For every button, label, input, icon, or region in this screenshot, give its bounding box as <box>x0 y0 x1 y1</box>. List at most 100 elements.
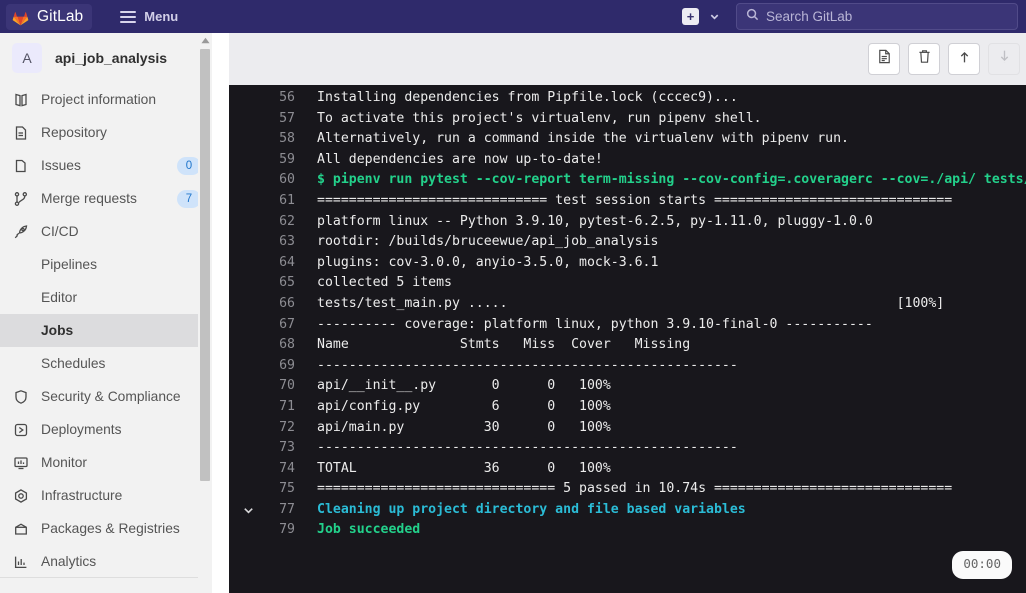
job-log-line: 69 --------------------------------------… <box>229 356 1026 377</box>
log-line-toggle-spacer <box>237 418 259 439</box>
collapse-section-chevron-down-icon[interactable] <box>237 500 259 521</box>
log-line-text: Job succeeded <box>317 522 421 538</box>
job-log-line: 75 ============================== 5 passe… <box>229 479 1026 500</box>
log-line-number[interactable]: 59 <box>259 150 295 171</box>
scroll-up-arrow-icon[interactable] <box>198 33 212 47</box>
log-line-number[interactable]: 56 <box>259 88 295 109</box>
show-complete-raw-button[interactable] <box>868 43 900 75</box>
log-line-number[interactable]: 67 <box>259 315 295 336</box>
log-line-number[interactable]: 77 <box>259 500 295 521</box>
sidebar-item-infrastructure[interactable]: Infrastructure <box>0 479 211 512</box>
log-line-toggle-spacer <box>237 88 259 109</box>
job-log-line: 61 ============================= test ses… <box>229 191 1026 212</box>
sidebar-scrollbar[interactable] <box>198 33 212 593</box>
search-placeholder-text: Search GitLab <box>766 9 853 24</box>
log-line-number[interactable]: 69 <box>259 356 295 377</box>
log-line-toggle-spacer <box>237 191 259 212</box>
log-line-number[interactable]: 71 <box>259 397 295 418</box>
sidebar-horizontal-scrollbar[interactable] <box>0 577 198 593</box>
sidebar-item-label: Repository <box>41 125 107 140</box>
sidebar-scrollbar-thumb[interactable] <box>200 49 210 481</box>
sidebar-item-merge-requests[interactable]: Merge requests 7 <box>0 182 211 215</box>
scroll-to-top-button[interactable] <box>948 43 980 75</box>
sidebar-item-deployments[interactable]: Deployments <box>0 413 211 446</box>
sidebar-item-schedules[interactable]: Schedules <box>0 347 211 380</box>
gitlab-fox-icon <box>11 8 30 26</box>
log-line-text: ============================= test sessi… <box>317 192 953 208</box>
create-new-icon[interactable]: + <box>682 8 699 25</box>
sidebar-item-monitor[interactable]: Monitor <box>0 446 211 479</box>
log-line-text: To activate this project's virtualenv, r… <box>317 110 762 126</box>
sidebar-item-jobs[interactable]: Jobs <box>0 314 211 347</box>
log-line-toggle-spacer <box>237 170 259 191</box>
log-line-toggle-spacer <box>237 150 259 171</box>
log-line-text: Installing dependencies from Pipfile.loc… <box>317 90 738 105</box>
log-line-number[interactable]: 60 <box>259 170 295 191</box>
shield-icon <box>12 388 30 406</box>
log-line-toggle-spacer <box>237 356 259 377</box>
project-header[interactable]: A api_job_analysis <box>0 33 211 83</box>
issues-icon <box>12 157 30 175</box>
sidebar-nav-list: Project information Repository Issues 0 Merg… <box>0 83 211 578</box>
job-log-output[interactable]: 56 Installing dependencies from Pipfile.l… <box>229 85 1026 593</box>
job-log-toolbar <box>229 33 1026 85</box>
log-line-number[interactable]: 70 <box>259 376 295 397</box>
gitlab-home-link[interactable]: GitLab <box>6 3 93 30</box>
log-line-number[interactable]: 64 <box>259 253 295 274</box>
log-line-toggle-spacer <box>237 212 259 233</box>
log-line-toggle-spacer <box>237 129 259 150</box>
log-line-number[interactable]: 73 <box>259 438 295 459</box>
job-log-line: 70 api/__init__.py 0 0 100% <box>229 376 1026 397</box>
sidebar-item-analytics[interactable]: Analytics <box>0 545 211 578</box>
sidebar-item-security-compliance[interactable]: Security & Compliance <box>0 380 211 413</box>
log-line-number[interactable]: 74 <box>259 459 295 480</box>
sidebar-item-editor[interactable]: Editor <box>0 281 211 314</box>
sidebar-item-label: Pipelines <box>41 257 97 272</box>
job-log-line: 67 ---------- coverage: platform linux, p… <box>229 315 1026 336</box>
sidebar-item-label: CI/CD <box>41 224 79 239</box>
job-log-line: 63 rootdir: /builds/bruceewue/api_job_ana… <box>229 232 1026 253</box>
log-line-number[interactable]: 79 <box>259 520 295 541</box>
search-input[interactable]: Search GitLab <box>736 3 1018 30</box>
job-log-line: 58 Alternatively, run a command inside th… <box>229 129 1026 150</box>
log-line-text: plugins: cov-3.0.0, anyio-3.5.0, mock-3.… <box>317 254 659 270</box>
sidebar-item-issues[interactable]: Issues 0 <box>0 149 211 182</box>
sidebar-item-label: Jobs <box>41 323 74 338</box>
sidebar-item-label: Analytics <box>41 554 97 569</box>
rocket-icon <box>12 223 30 241</box>
log-line-toggle-spacer <box>237 459 259 480</box>
log-line-toggle-spacer <box>237 397 259 418</box>
sidebar-item-project-information[interactable]: Project information <box>0 83 211 116</box>
job-log-line: 72 api/main.py 30 0 100% <box>229 418 1026 439</box>
sidebar-item-pipelines[interactable]: Pipelines <box>0 248 211 281</box>
log-line-number[interactable]: 75 <box>259 479 295 500</box>
log-line-number[interactable]: 65 <box>259 273 295 294</box>
chevron-down-icon[interactable] <box>708 11 720 23</box>
log-line-number[interactable]: 58 <box>259 129 295 150</box>
sidebar-item-packages-registries[interactable]: Packages & Registries <box>0 512 211 545</box>
log-line-toggle-spacer <box>237 520 259 541</box>
package-icon <box>12 520 30 538</box>
arrow-down-icon <box>996 48 1013 70</box>
erase-job-log-button[interactable] <box>908 43 940 75</box>
document-icon <box>876 48 893 70</box>
project-sidebar: A api_job_analysis Project information Re… <box>0 33 212 593</box>
log-line-number[interactable]: 57 <box>259 109 295 130</box>
sidebar-item-ci-cd[interactable]: CI/CD <box>0 215 211 248</box>
log-line-text: platform linux -- Python 3.9.10, pytest-… <box>317 213 873 229</box>
log-line-number[interactable]: 68 <box>259 335 295 356</box>
sidebar-item-repository[interactable]: Repository <box>0 116 211 149</box>
log-line-number[interactable]: 72 <box>259 418 295 439</box>
log-line-number[interactable]: 63 <box>259 232 295 253</box>
job-log-line: 62 platform linux -- Python 3.9.10, pytes… <box>229 212 1026 233</box>
job-log-line: 56 Installing dependencies from Pipfile.l… <box>229 88 1026 109</box>
deployments-icon <box>12 421 30 439</box>
log-line-number[interactable]: 62 <box>259 212 295 233</box>
log-line-toggle-spacer <box>237 376 259 397</box>
sidebar-item-label: Issues <box>41 158 81 173</box>
log-line-text: TOTAL 36 0 100% <box>317 460 611 476</box>
menu-button-label: Menu <box>144 9 179 24</box>
main-menu-button[interactable]: Menu <box>112 4 186 30</box>
log-line-number[interactable]: 61 <box>259 191 295 212</box>
log-line-number[interactable]: 66 <box>259 294 295 315</box>
